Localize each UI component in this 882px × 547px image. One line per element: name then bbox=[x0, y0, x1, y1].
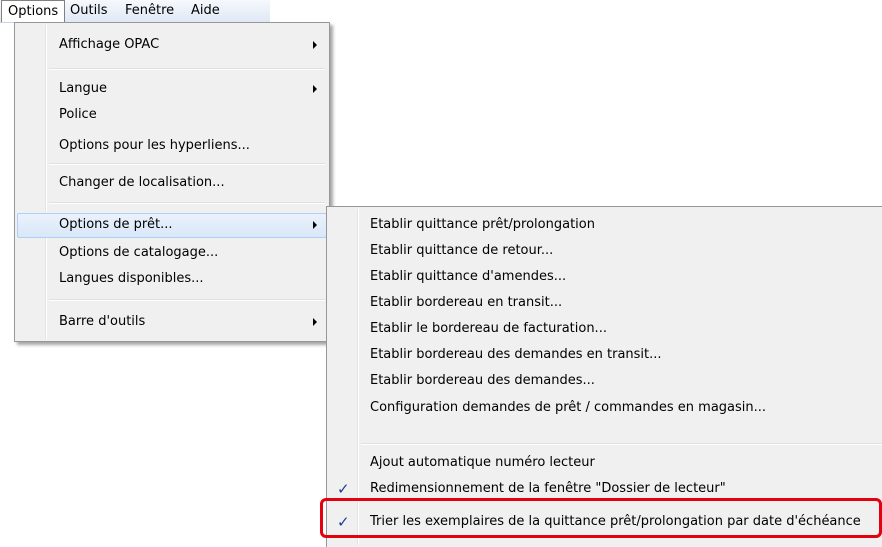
submenu-arrow-icon bbox=[313, 41, 317, 49]
submenu-item-bordereau-demandes[interactable]: Etablir bordereau des demandes... bbox=[329, 369, 882, 393]
submenu-item-bordereau-facturation[interactable]: Etablir le bordereau de facturation... bbox=[329, 317, 882, 341]
submenu-item-bordereau-demandes-transit[interactable]: Etablir bordereau des demandes en transi… bbox=[329, 343, 882, 367]
menu-item-police[interactable]: Police bbox=[17, 103, 327, 127]
menu-separator bbox=[49, 163, 325, 165]
submenu-item-bordereau-transit[interactable]: Etablir bordereau en transit... bbox=[329, 291, 882, 315]
menu-item-label: Etablir bordereau en transit... bbox=[370, 295, 563, 310]
submenu-arrow-icon bbox=[313, 85, 317, 93]
menu-item-label: Langue bbox=[59, 81, 107, 96]
menu-item-label: Etablir le bordereau de facturation... bbox=[370, 321, 607, 336]
submenu-arrow-icon bbox=[313, 221, 317, 229]
options-menu: Affichage OPAC Langue Police Options pou… bbox=[14, 22, 330, 342]
menu-item-label: Etablir bordereau des demandes en transi… bbox=[370, 347, 662, 362]
menu-item-label: Options pour les hyperliens... bbox=[59, 138, 250, 153]
menu-item-barre-outils[interactable]: Barre d'outils bbox=[17, 310, 327, 334]
menu-item-options-pret[interactable]: Options de prêt... bbox=[17, 213, 327, 238]
menu-item-langues-disponibles[interactable]: Langues disponibles... bbox=[17, 267, 327, 291]
menu-separator bbox=[49, 202, 325, 204]
submenu-item-quittance-pret[interactable]: Etablir quittance prêt/prolongation bbox=[329, 213, 882, 237]
menu-separator bbox=[49, 299, 325, 301]
menu-fenetre[interactable]: Fenêtre bbox=[119, 0, 180, 22]
submenu-item-quittance-retour[interactable]: Etablir quittance de retour... bbox=[329, 239, 882, 263]
menu-item-label: Ajout automatique numéro lecteur bbox=[370, 455, 595, 470]
menu-item-langue[interactable]: Langue bbox=[17, 77, 327, 101]
menu-outils[interactable]: Outils bbox=[64, 0, 114, 22]
menu-item-label: Options de catalogage... bbox=[59, 245, 219, 260]
menu-aide[interactable]: Aide bbox=[185, 0, 226, 22]
menu-item-label: Configuration demandes de prêt / command… bbox=[370, 400, 767, 415]
menu-item-label: Police bbox=[59, 107, 97, 122]
menu-item-affichage-opac[interactable]: Affichage OPAC bbox=[17, 33, 327, 57]
menu-item-options-catalogage[interactable]: Options de catalogage... bbox=[17, 241, 327, 265]
submenu-arrow-icon bbox=[313, 318, 317, 326]
menu-item-changer-localisation[interactable]: Changer de localisation... bbox=[17, 171, 327, 195]
annotation-highlight-box bbox=[320, 498, 882, 538]
submenu-item-quittance-amendes[interactable]: Etablir quittance d'amendes... bbox=[329, 265, 882, 289]
menu-item-label: Etablir quittance d'amendes... bbox=[370, 269, 567, 284]
menu-item-label: Etablir quittance prêt/prolongation bbox=[370, 217, 595, 232]
menu-bar: Options Outils Fenêtre Aide bbox=[0, 0, 270, 23]
menu-item-label: Etablir bordereau des demandes... bbox=[370, 373, 595, 388]
submenu-item-ajout-numero-lecteur[interactable]: Ajout automatique numéro lecteur bbox=[329, 451, 882, 475]
menu-item-label: Langues disponibles... bbox=[59, 271, 204, 286]
menu-item-label: Barre d'outils bbox=[59, 314, 146, 329]
menu-separator bbox=[49, 68, 325, 70]
menu-item-label: Etablir quittance de retour... bbox=[370, 243, 554, 258]
submenu-item-configuration-demandes[interactable]: Configuration demandes de prêt / command… bbox=[329, 396, 882, 420]
menu-item-label: Affichage OPAC bbox=[59, 37, 160, 52]
loan-options-submenu: Etablir quittance prêt/prolongation Etab… bbox=[326, 206, 882, 547]
menu-item-label: Changer de localisation... bbox=[59, 175, 225, 190]
menu-separator bbox=[361, 443, 882, 445]
menu-options[interactable]: Options bbox=[1, 0, 66, 22]
menu-item-label: Options de prêt... bbox=[59, 217, 173, 232]
menu-item-options-hyperliens[interactable]: Options pour les hyperliens... bbox=[17, 134, 327, 158]
